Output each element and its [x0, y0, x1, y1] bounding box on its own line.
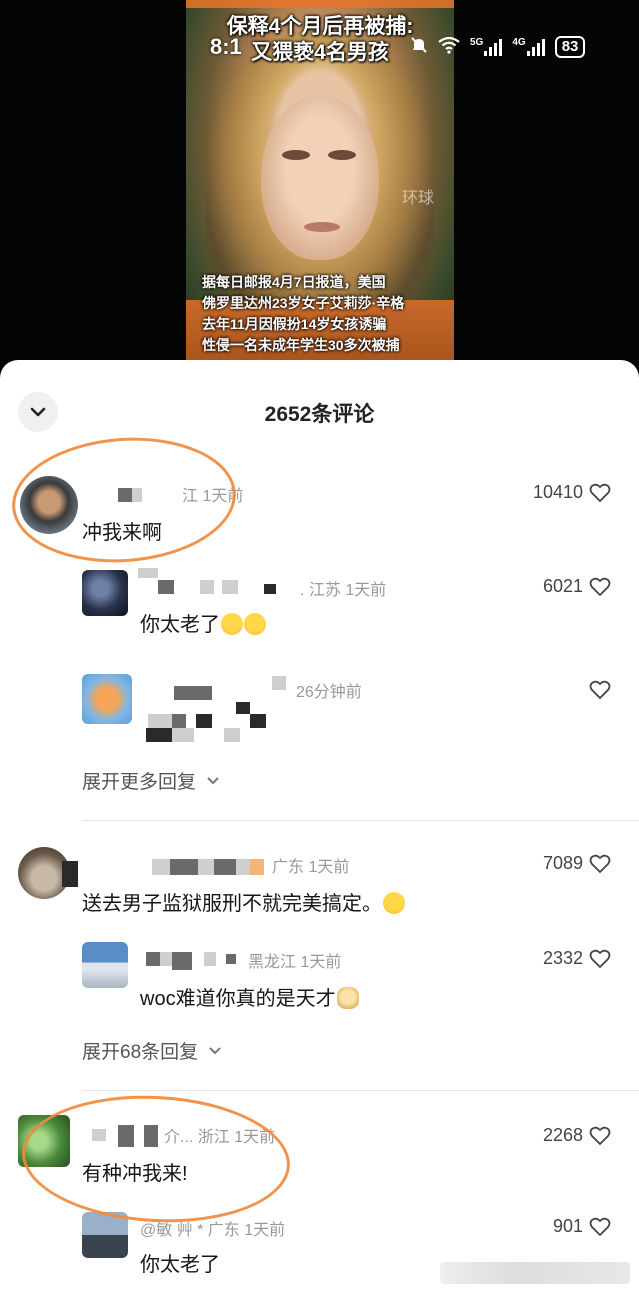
caption-line: 去年11月因假扮14岁女孩诱骗 [202, 316, 387, 332]
reply-meta: 26分钟前 [296, 684, 362, 701]
avatar[interactable] [82, 674, 132, 724]
laugh-cry-emoji-icon [244, 613, 266, 635]
doge-emoji-icon [336, 987, 359, 1009]
chevron-down-icon [209, 1046, 221, 1054]
divider [82, 820, 639, 821]
avatar[interactable] [82, 1212, 128, 1258]
caption-line: 佛罗里达州23岁女子艾莉莎·辛格 [202, 295, 405, 311]
like-button[interactable]: 2268 [543, 1125, 611, 1146]
comment-item[interactable]: 广东 1天前 送去男子监狱服刑不就完美搞定。 7089 [0, 845, 639, 925]
heart-icon [589, 483, 611, 502]
divider [82, 1090, 639, 1091]
like-count: 6021 [542, 576, 583, 596]
signal-5g-icon: 5G [470, 38, 503, 56]
comment-text: 送去男子监狱服刑不就完美搞定。 [82, 887, 405, 916]
headline-banner [186, 0, 454, 8]
reply-text: woc难道你真的是天才 [140, 982, 359, 1011]
caption-line: 性侵一名未成年学生30多次被捕 [202, 337, 400, 353]
reply-item[interactable]: 26分钟前 [0, 668, 639, 748]
like-button[interactable]: 901 [553, 1216, 611, 1237]
wifi-icon [438, 36, 460, 59]
laugh-cry-emoji-icon [221, 613, 243, 635]
laugh-cry-emoji-icon [383, 892, 405, 914]
heart-icon [589, 577, 611, 596]
reply-text: 你太老了 [140, 1254, 220, 1276]
expand-label: 展开更多回复 [82, 772, 197, 793]
heart-icon [589, 680, 611, 700]
expand-label: 展开68条回复 [82, 1042, 199, 1063]
like-button[interactable]: 2332 [543, 948, 611, 969]
battery-icon: 83 [554, 36, 586, 58]
reply-item[interactable]: . 江苏 1天前 你太老了 6021 [0, 566, 639, 642]
heart-icon [589, 854, 611, 873]
video-caption: 据每日邮报4月7日报道，美国 佛罗里达州23岁女子艾莉莎·辛格 去年11月因假扮… [202, 272, 442, 356]
heart-icon [589, 1217, 611, 1236]
reply-item[interactable]: 黑龙江 1天前 woc难道你真的是天才 2332 [0, 940, 639, 1010]
status-bar-icons: 5G 4G 83 [410, 34, 586, 60]
mute-icon [410, 36, 428, 59]
like-button[interactable] [583, 680, 611, 700]
avatar[interactable] [82, 942, 128, 988]
like-count: 901 [552, 1216, 583, 1236]
expand-replies-button[interactable]: 展开更多回复 [82, 767, 220, 794]
like-count: 2332 [542, 948, 583, 968]
caption-line: 据每日邮报4月7日报道，美国 [202, 274, 386, 290]
video-player[interactable]: 保释4个月后再被捕: 又猥亵4名男孩 8:1 环球 据每日邮报4月7日报道，美国… [0, 0, 639, 380]
expand-replies-button[interactable]: 展开68条回复 [82, 1037, 222, 1064]
sheet-header: 2652条评论 [0, 390, 639, 432]
like-count: 2268 [542, 1125, 583, 1145]
like-count: 10410 [532, 482, 583, 502]
like-count: 7089 [542, 853, 583, 873]
comment-meta: 广东 1天前 [272, 859, 350, 876]
comment-count-title: 2652条评论 [264, 403, 375, 426]
reply-meta: 黑龙江 1天前 [248, 954, 342, 971]
chevron-down-icon [207, 776, 219, 784]
like-button[interactable]: 10410 [533, 482, 611, 503]
watermark-blur [440, 1262, 630, 1284]
like-button[interactable]: 6021 [543, 576, 611, 597]
heart-icon [589, 1126, 611, 1145]
like-button[interactable]: 7089 [543, 853, 611, 874]
signal-4g-icon: 4G [512, 38, 545, 56]
status-time: 8:1 [210, 34, 242, 59]
heart-icon [589, 949, 611, 968]
reply-meta: . 江苏 1天前 [300, 582, 387, 599]
video-watermark: 环球 [402, 190, 435, 207]
avatar[interactable] [82, 570, 128, 616]
reply-text: 你太老了 [140, 608, 266, 637]
